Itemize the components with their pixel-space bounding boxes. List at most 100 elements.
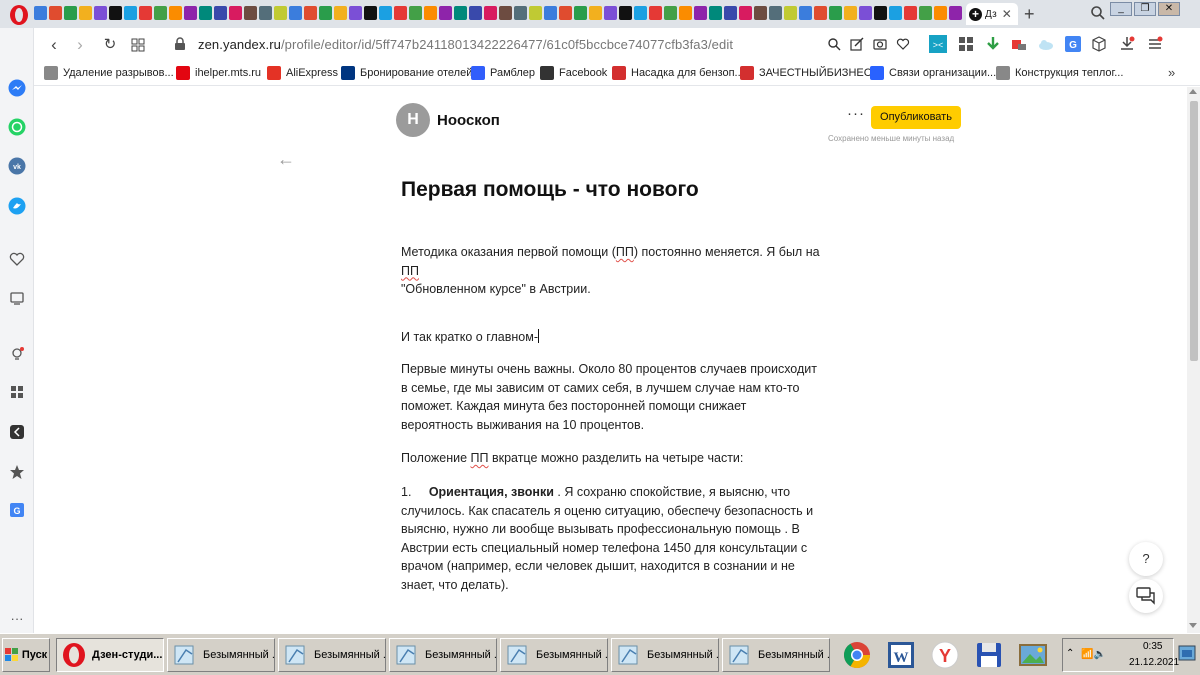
taskbar-button[interactable]: Безымянный ... [500,638,608,672]
tab-favicon-icon[interactable] [694,6,707,20]
snapshot-icon[interactable] [7,288,27,308]
tab-favicon-icon[interactable] [139,6,152,20]
tab-favicon-icon[interactable] [64,6,77,20]
forward-button[interactable]: › [70,35,90,55]
tab-favicon-icon[interactable] [829,6,842,20]
tab-favicon-icon[interactable] [169,6,182,20]
word-icon[interactable]: W [886,640,916,670]
lock-icon[interactable] [174,37,186,51]
edit-icon[interactable] [849,36,865,52]
extension-crossover-icon[interactable]: >< [929,35,947,53]
clock-time[interactable]: 0:35 [1143,641,1162,652]
tab-favicon-icon[interactable] [739,6,752,20]
bookmark-item[interactable]: Рамблер [471,66,535,80]
tab-favicon-icon[interactable] [634,6,647,20]
minimize-button[interactable]: _ [1110,2,1132,16]
network-volume-icon[interactable]: 📶🔈 [1081,649,1106,660]
tab-favicon-icon[interactable] [859,6,872,20]
back-button[interactable]: ‹ [44,35,64,55]
extension-cloud-icon[interactable] [1037,35,1055,53]
tab-favicon-icon[interactable] [499,6,512,20]
bookmarks-overflow-icon[interactable]: » [1168,65,1175,80]
twitter-icon[interactable] [7,196,27,216]
help-button[interactable]: ? [1129,542,1163,576]
tab-favicon-icon[interactable] [289,6,302,20]
url-field[interactable]: zen.yandex.ru/profile/editor/id/5ff747b2… [198,37,733,52]
tab-favicon-icon[interactable] [304,6,317,20]
search-icon[interactable] [826,36,842,52]
back-arrow-icon[interactable]: ← [277,149,295,170]
tab-favicon-icon[interactable] [124,6,137,20]
tab-favicon-icon[interactable] [904,6,917,20]
bookmark-item[interactable]: AliExpress [267,66,338,80]
tab-favicon-icon[interactable] [949,6,962,20]
image-viewer-icon[interactable] [1018,640,1048,670]
tab-favicon-icon[interactable] [439,6,452,20]
tab-favicon-icon[interactable] [784,6,797,20]
tab-favicon-icon[interactable] [844,6,857,20]
taskbar-button[interactable]: Дзен-студи... [56,638,164,672]
tab-favicon-icon[interactable] [934,6,947,20]
chat-button[interactable] [1129,579,1163,613]
tab-favicon-icon[interactable] [469,6,482,20]
tab-favicon-icon[interactable] [334,6,347,20]
star-icon[interactable] [7,462,27,482]
close-window-button[interactable]: ✕ [1158,2,1180,16]
tab-favicon-icon[interactable] [184,6,197,20]
tab-favicon-icon[interactable] [154,6,167,20]
channel-name[interactable]: Нооскоп [437,112,500,129]
new-tab-button[interactable]: + [1024,4,1035,25]
restore-button[interactable]: ❐ [1134,2,1156,16]
tab-favicon-icon[interactable] [454,6,467,20]
tab-favicon-icon[interactable] [409,6,422,20]
tab-favicon-icon[interactable] [799,6,812,20]
tab-favicon-icon[interactable] [664,6,677,20]
bookmark-item[interactable]: Facebook [540,66,607,80]
heart-bookmark-icon[interactable] [895,36,911,52]
tab-favicon-icon[interactable] [724,6,737,20]
show-desktop-icon[interactable] [1176,638,1198,672]
sidebar-more-icon[interactable]: ··· [7,608,27,628]
bookmark-item[interactable]: Бронирование отелей [341,66,472,80]
active-tab[interactable]: + Дз ✕ [966,3,1018,25]
bookmark-item[interactable]: ЗАЧЕСТНЫЙБИЗНЕС... [740,66,881,80]
settings-icon[interactable] [1146,35,1164,53]
paragraph-parts[interactable]: Положение ПП вкратце можно разделить на … [401,449,821,468]
tab-favicon-icon[interactable] [94,6,107,20]
tab-favicon-icon[interactable] [274,6,287,20]
extension-cube-icon[interactable] [1090,35,1108,53]
tab-favicon-icon[interactable] [814,6,827,20]
messenger-icon[interactable] [7,78,27,98]
tab-favicon-icon[interactable] [34,6,47,20]
page-scrollbar[interactable] [1187,87,1200,633]
publish-button[interactable]: Опубликовать [871,106,961,129]
tab-favicon-icon[interactable] [244,6,257,20]
tab-favicon-icon[interactable] [919,6,932,20]
tab-favicon-icon[interactable] [229,6,242,20]
list-item[interactable]: 1. Ориентация, звонки . Я сохраню спокой… [401,483,821,594]
tab-favicon-icon[interactable] [79,6,92,20]
yandex-browser-icon[interactable]: Y [930,640,960,670]
taskbar-button[interactable]: Безымянный ... [278,638,386,672]
paragraph-intro[interactable]: Методика оказания первой помощи (ПП) пос… [401,243,821,299]
translate-icon[interactable]: G [7,500,27,520]
avatar[interactable]: Н [396,103,430,137]
tab-favicon-icon[interactable] [529,6,542,20]
clock-icon[interactable] [7,422,27,442]
extension-download-icon[interactable] [984,35,1002,53]
tab-favicon-icon[interactable] [589,6,602,20]
tab-favicon-icon[interactable] [559,6,572,20]
reload-button[interactable]: ↻ [100,35,120,55]
tab-favicon-icon[interactable] [514,6,527,20]
paragraph-minutes[interactable]: Первые минуты очень важны. Около 80 проц… [401,360,821,434]
tab-favicon-icon[interactable] [709,6,722,20]
start-button[interactable]: Пуск [2,638,50,672]
scrollbar-thumb[interactable] [1190,101,1198,361]
tab-favicon-icon[interactable] [259,6,272,20]
speed-dial-button[interactable] [128,35,148,55]
tab-favicon-icon[interactable] [199,6,212,20]
extension-flag-icon[interactable] [1010,35,1028,53]
tab-favicon-icon[interactable] [754,6,767,20]
vk-icon[interactable]: vk [7,156,27,176]
bookmark-item[interactable]: Конструкция теплог... [996,66,1123,80]
